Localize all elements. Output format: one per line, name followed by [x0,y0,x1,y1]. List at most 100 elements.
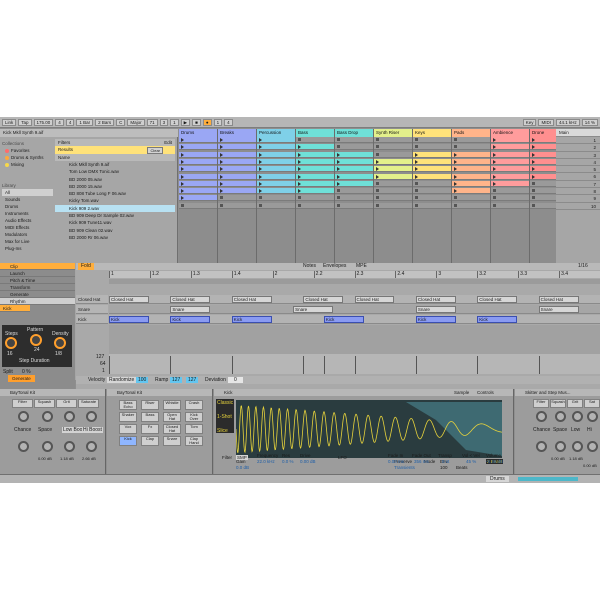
midi-note[interactable]: Kick [415,316,456,323]
deviation-value[interactable]: 0 [228,377,243,383]
arrangement-position-sub[interactable]: 1 [170,118,179,126]
clip-stop-icon[interactable] [415,189,418,193]
clip-slot[interactable] [413,166,451,173]
fold-button[interactable]: Fold [78,263,94,270]
volume-value[interactable]: -5.36 dB [486,459,503,464]
clip-launch-icon[interactable] [454,189,457,194]
clip-launch-icon[interactable] [415,167,418,172]
velocity-lane[interactable] [109,354,600,374]
empty-clip-slot[interactable] [335,202,373,209]
metronome-interval[interactable]: 1 Bar [76,118,94,126]
macro-knob[interactable] [536,441,547,452]
drum-pad[interactable]: Bass [141,412,159,422]
clip-launch-icon[interactable] [532,167,535,172]
clip-slot[interactable] [179,195,217,202]
lfo-label[interactable]: LFO [338,455,347,460]
midi-note[interactable]: Kick [477,316,518,323]
clip-launch-icon[interactable] [259,189,262,194]
track-title[interactable]: Keys [413,129,451,137]
mpe-tab[interactable]: MPE [356,263,367,270]
selected-track-name[interactable]: Drums [486,476,509,482]
empty-clip-slot[interactable] [374,144,412,151]
drum-pad[interactable]: Crash [185,400,203,410]
empty-clip-slot[interactable] [257,202,295,209]
velocity-stem[interactable] [231,356,233,374]
clip-launch-icon[interactable] [181,196,184,201]
clip-launch-icon[interactable] [454,181,457,186]
velocity-stem[interactable] [477,356,479,374]
clip-slot[interactable] [296,166,334,173]
clip-launch-icon[interactable] [493,159,496,164]
library-plug-ins[interactable]: Plug-Ins [2,245,53,252]
clip-stop-icon[interactable] [298,203,301,207]
stop-button[interactable]: ■ [192,118,201,126]
empty-clip-slot[interactable] [374,195,412,202]
lane-label-closed-hat[interactable]: Closed Hat [76,295,108,304]
filter-tab[interactable]: Filter [533,399,549,408]
drum-pad[interactable]: Riser [141,400,159,410]
midi-note[interactable]: Closed Hat [303,296,344,303]
clip-slot[interactable] [218,188,256,195]
macro-knob[interactable] [18,441,29,452]
loop-length[interactable]: 4 [224,118,233,126]
clip-slot[interactable] [491,173,529,180]
scene-5[interactable]: 5 [556,166,600,174]
midi-note[interactable]: Closed Hat [231,296,272,303]
scene-9[interactable]: 9 [556,195,600,203]
clip-slot[interactable] [413,151,451,158]
drum-pad[interactable]: Tom [185,424,203,434]
empty-clip-slot[interactable] [413,202,451,209]
clip-launch-icon[interactable] [181,174,184,179]
macro-knob[interactable] [536,411,547,422]
clip-slot[interactable] [491,166,529,173]
clip-launch-icon[interactable] [454,167,457,172]
clip-launch-icon[interactable] [259,167,262,172]
macro-knob[interactable] [42,441,53,452]
track-title[interactable]: Percussion [257,129,295,137]
midi-note[interactable]: Kick [323,316,364,323]
midi-note[interactable]: Closed Hat [538,296,579,303]
empty-clip-slot[interactable] [218,202,256,209]
scene-4[interactable]: 4 [556,159,600,167]
launch-section[interactable]: Launch [0,270,75,277]
clip-slot[interactable] [296,151,334,158]
play-button[interactable]: ▶ [180,118,191,126]
track-title[interactable]: Ambience [491,129,529,137]
library-modulators[interactable]: Modulators [2,231,53,238]
arrangement-position-bar[interactable]: 71 [146,118,158,126]
clip-launch-icon[interactable] [376,174,379,179]
clip-launch-icon[interactable] [493,152,496,157]
clip-launch-icon[interactable] [337,167,340,172]
clip-slot[interactable] [491,158,529,165]
clip-launch-icon[interactable] [220,159,223,164]
clip-slot[interactable] [179,158,217,165]
drum-pad[interactable]: Open Hat [163,412,181,422]
track-title[interactable]: Synth Riser [374,129,412,137]
key-map-button[interactable]: Key [522,118,537,126]
scale-name[interactable]: Major [127,118,145,126]
drum-pad[interactable]: Clap [141,436,159,446]
velocity-stem[interactable] [538,356,540,374]
midi-note[interactable]: Closed Hat [477,296,518,303]
empty-clip-slot[interactable] [257,195,295,202]
generator-select[interactable]: Rhythm [0,298,75,305]
drive-value[interactable]: 0.00 dB [300,459,316,464]
clip-slot[interactable] [335,180,373,187]
file-item[interactable]: Kicky Tom.wav [55,197,175,204]
tap-button[interactable]: Tap [18,118,32,126]
empty-clip-slot[interactable] [335,188,373,195]
arrangement-position-beat[interactable]: 3 [159,118,169,126]
empty-clip-slot[interactable] [374,151,412,158]
clip-stop-icon[interactable] [532,181,535,185]
drum-pad[interactable]: Snare [163,436,181,446]
instrument-select[interactable]: Kick [0,305,30,312]
loop-brace[interactable] [109,279,600,284]
device-title[interactable]: BayTonal Kit [0,389,105,396]
empty-clip-slot[interactable] [413,188,451,195]
clip-stop-icon[interactable] [259,196,262,200]
sat-tab[interactable]: Sat [584,399,600,408]
clip-stop-icon[interactable] [532,189,535,193]
macro-knob[interactable] [42,411,53,422]
macro-knob[interactable] [64,411,75,422]
scene-10[interactable]: 10 [556,203,600,210]
